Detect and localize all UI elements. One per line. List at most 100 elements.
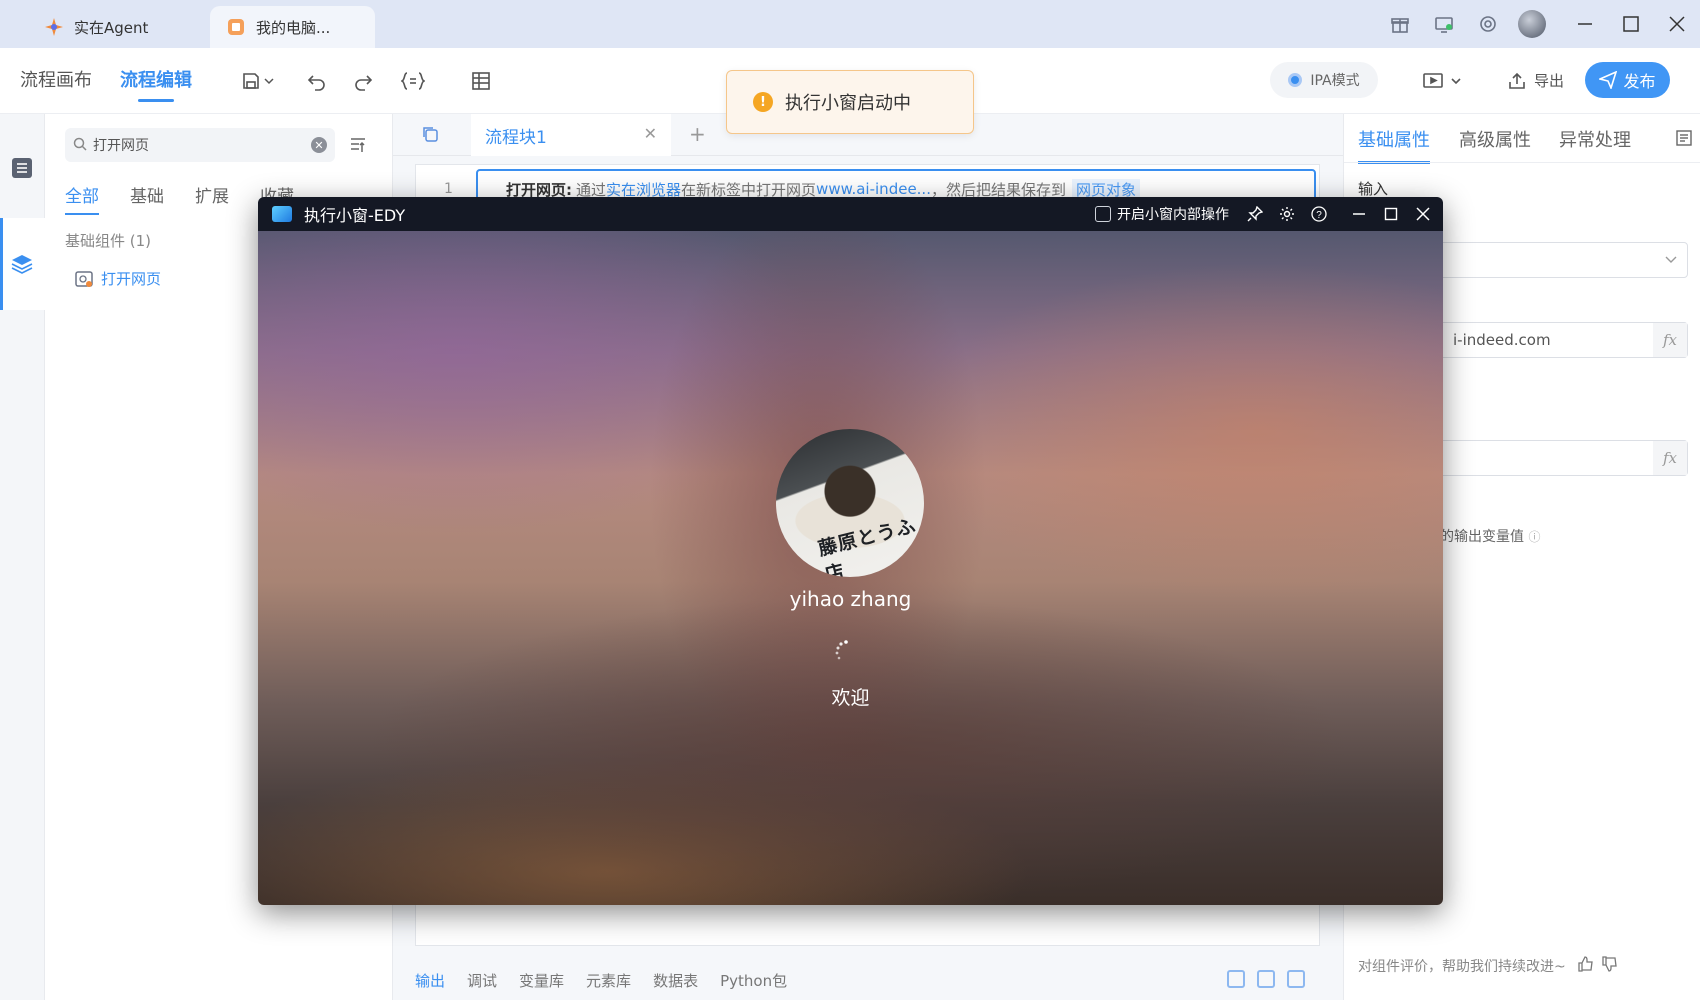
monitor-logo-icon: [272, 206, 292, 222]
tab-variables[interactable]: 变量库: [519, 970, 564, 991]
chevron-down-icon[interactable]: [262, 68, 276, 94]
title-bar: 实在Agent 我的电脑...: [0, 0, 1700, 48]
publish-label: 发布: [1623, 72, 1656, 91]
webpage-icon: [75, 270, 93, 287]
variable-braces-icon[interactable]: [398, 68, 428, 94]
tab-basic[interactable]: 基础: [130, 182, 164, 207]
browser-tab-agent[interactable]: 实在Agent: [28, 6, 208, 48]
undo-icon[interactable]: [304, 68, 330, 94]
browser-tab-label: 我的电脑...: [256, 18, 331, 37]
mini-maximize-icon[interactable]: [1381, 204, 1401, 224]
component-open-webpage[interactable]: 打开网页: [75, 268, 161, 289]
screen-share-icon[interactable]: [1433, 13, 1455, 35]
user-profile-picture: 藤原とうふ店: [776, 429, 924, 577]
ipa-mode-toggle[interactable]: IPA模式: [1270, 62, 1378, 98]
tab-elements[interactable]: 元素库: [586, 970, 631, 991]
tab-output[interactable]: 输出: [415, 970, 445, 991]
save-icon[interactable]: [238, 68, 264, 94]
publish-button[interactable]: 发布: [1585, 62, 1670, 98]
warning-icon: !: [753, 92, 773, 112]
feedback-text: 对组件评价，帮助我们持续改进~: [1358, 959, 1566, 975]
computer-tab-icon: [226, 17, 246, 37]
export-label: 导出: [1534, 72, 1565, 90]
sort-icon[interactable]: [349, 136, 367, 158]
group-title: 基础组件 (1): [65, 232, 152, 250]
browser-tab-computer[interactable]: 我的电脑...: [210, 6, 375, 48]
output-variable-hint: 的输出变量值 ⓘ: [1440, 526, 1540, 546]
user-name: yihao zhang: [789, 587, 912, 611]
welcome-text: 欢迎: [831, 687, 870, 709]
car-door-lettering: 藤原とうふ店: [816, 514, 919, 577]
mini-window-title: 执行小窗-EDY: [304, 206, 406, 225]
mini-window-titlebar[interactable]: 执行小窗-EDY 开启小窗内部操作 ?: [258, 197, 1443, 231]
mini-minimize-icon[interactable]: [1349, 204, 1369, 224]
bottom-panel-tabs: 输出 调试 变量库 元素库 数据表 Python包: [393, 960, 1343, 1000]
table-icon[interactable]: [468, 68, 494, 94]
props-divider: [1344, 162, 1700, 163]
help-icon[interactable]: ?: [1309, 204, 1329, 224]
toast-notification: ! 执行小窗启动中: [726, 70, 974, 134]
tab-basic-props[interactable]: 基础属性: [1358, 126, 1430, 164]
gear-icon[interactable]: [1277, 204, 1297, 224]
settings-icon[interactable]: [1477, 13, 1499, 35]
export-button[interactable]: 导出: [1508, 70, 1564, 91]
search-icon: [73, 137, 87, 155]
redo-icon[interactable]: [350, 68, 376, 94]
line-number: 1: [444, 181, 453, 197]
inner-operation-label: 开启小窗内部操作: [1117, 207, 1229, 223]
login-screen-background: 藤原とうふ店 yihao zhang 欢迎: [258, 231, 1443, 905]
thumbs-down-icon[interactable]: [1602, 956, 1618, 976]
thumbs-up-icon[interactable]: [1578, 956, 1594, 976]
ipa-mode-icon: [1288, 73, 1303, 87]
clear-search-icon[interactable]: ✕: [311, 137, 327, 153]
tab-exception[interactable]: 异常处理: [1559, 126, 1631, 152]
add-tab-icon[interactable]: +: [689, 122, 706, 146]
pin-icon[interactable]: [1245, 204, 1265, 224]
mini-close-icon[interactable]: [1413, 204, 1433, 224]
url-value: i-indeed.com: [1453, 331, 1551, 349]
search-value: 打开网页: [93, 138, 149, 154]
feedback-row: 对组件评价，帮助我们持续改进~: [1358, 956, 1618, 976]
list-icon[interactable]: [10, 156, 34, 180]
tab-debug[interactable]: 调试: [467, 970, 497, 991]
maximize-icon[interactable]: [1608, 0, 1654, 48]
url-link[interactable]: www.ai-indee...: [816, 180, 931, 198]
tab-all[interactable]: 全部: [65, 182, 99, 215]
run-display-icon[interactable]: [1420, 68, 1464, 94]
component-search-input[interactable]: 打开网页 ✕: [65, 128, 335, 162]
minimize-icon[interactable]: [1562, 0, 1608, 48]
layout-left-icon[interactable]: [1227, 970, 1245, 988]
execution-mini-window[interactable]: 执行小窗-EDY 开启小窗内部操作 ? 藤原とうふ店 yihao zhang 欢…: [258, 197, 1443, 905]
user-avatar[interactable]: [1518, 10, 1546, 38]
tab-advanced-props[interactable]: 高级属性: [1459, 126, 1531, 152]
left-rail: [0, 114, 45, 1000]
layout-bottom-icon[interactable]: [1257, 970, 1275, 988]
layout-right-icon[interactable]: [1287, 970, 1305, 988]
loading-spinner-icon: [835, 640, 848, 660]
inner-operation-checkbox[interactable]: [1095, 206, 1111, 222]
output-hint-text: 的输出变量值: [1440, 529, 1524, 545]
info-icon[interactable]: ⓘ: [1528, 530, 1540, 544]
gift-icon[interactable]: [1389, 13, 1411, 35]
tab-flow-canvas[interactable]: 流程画布: [20, 66, 92, 92]
doc-icon[interactable]: [1676, 130, 1692, 150]
tab-datatable[interactable]: 数据表: [653, 970, 698, 991]
tab-python-packages[interactable]: Python包: [720, 970, 787, 991]
close-icon[interactable]: [1654, 0, 1700, 48]
tab-flow-block-1[interactable]: 流程块1 ✕: [471, 114, 671, 156]
input-section-label: 输入: [1358, 180, 1389, 198]
toast-message: 执行小窗启动中: [785, 93, 911, 114]
tab-extension[interactable]: 扩展: [195, 182, 229, 207]
fx-button[interactable]: fx: [1653, 323, 1687, 357]
close-tab-icon[interactable]: ✕: [644, 124, 657, 143]
send-icon: [1599, 71, 1618, 89]
layers-icon[interactable]: [10, 252, 34, 276]
copy-icon[interactable]: [421, 125, 439, 147]
fx-button[interactable]: fx: [1653, 441, 1687, 475]
svg-text:?: ?: [1316, 210, 1322, 221]
browser-tab-label: 实在Agent: [74, 18, 149, 37]
agent-logo-icon: [44, 17, 64, 37]
editor-tab-label: 流程块1: [485, 127, 547, 148]
tab-flow-edit[interactable]: 流程编辑: [120, 66, 192, 102]
component-label: 打开网页: [101, 270, 162, 288]
